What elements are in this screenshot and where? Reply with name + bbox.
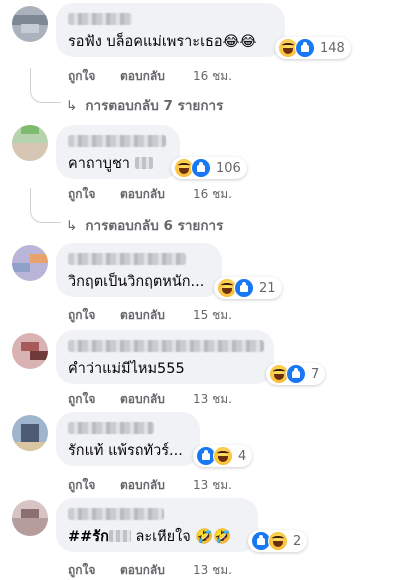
author-name-blurred[interactable]	[68, 340, 264, 352]
reaction-count: 21	[259, 280, 276, 296]
avatar[interactable]	[12, 415, 48, 451]
like-button[interactable]: ถูกใจ	[68, 561, 120, 580]
comment-text: วิกฤตเป็นวิกฤตหนัก...	[68, 274, 205, 290]
reaction-count: 106	[216, 160, 241, 176]
like-reaction-icon	[295, 38, 315, 58]
reaction-summary[interactable]: 21	[214, 277, 282, 299]
comment-text: รักแท้ แพ้รถทัวร์...	[68, 443, 183, 459]
timestamp[interactable]: 15 ชม.	[193, 306, 232, 325]
reaction-summary[interactable]: 4	[193, 445, 253, 467]
reply-arrow-icon: ↳	[66, 218, 78, 234]
like-button[interactable]: ถูกใจ	[68, 185, 120, 204]
timestamp[interactable]: 13 ชม.	[193, 390, 232, 409]
author-name-blurred[interactable]	[68, 508, 164, 520]
comment-bubble: ##รัก ละเหียใจ 🤣🤣	[56, 498, 258, 552]
timestamp[interactable]: 13 ชม.	[193, 561, 232, 580]
reply-button[interactable]: ตอบกลับ	[120, 185, 193, 204]
reply-button[interactable]: ตอบกลับ	[120, 306, 193, 325]
avatar[interactable]	[12, 245, 48, 281]
comment-actions: ถูกใจ ตอบกลับ 16 ชม.	[68, 185, 232, 204]
reaction-count: 148	[320, 40, 345, 56]
avatar[interactable]	[12, 6, 48, 42]
comment-actions: ถูกใจ ตอบกลับ 16 ชม.	[68, 67, 232, 86]
like-reaction-icon	[286, 364, 306, 384]
comment-bubble: คำว่าแม่มีไหม555	[56, 330, 274, 384]
reaction-count: 4	[238, 448, 247, 464]
thread-connector	[30, 188, 61, 223]
reply-button[interactable]: ตอบกลับ	[120, 561, 193, 580]
avatar[interactable]	[12, 333, 48, 369]
reaction-summary[interactable]: 148	[275, 37, 351, 59]
comment-text: รอฟัง บล็อคแม่เพราะเธอ😂😂	[68, 34, 257, 50]
comment-bubble: วิกฤตเป็นวิกฤตหนัก...	[56, 243, 222, 297]
reaction-count: 7	[311, 366, 320, 382]
like-button[interactable]: ถูกใจ	[68, 67, 120, 86]
author-name-blurred[interactable]	[68, 13, 132, 25]
comment-bubble: รักแท้ แพ้รถทัวร์...	[56, 412, 200, 466]
comment-actions: ถูกใจ ตอบกลับ 15 ชม.	[68, 306, 232, 325]
comment-actions: ถูกใจ ตอบกลับ 13 ชม.	[68, 390, 232, 409]
like-button[interactable]: ถูกใจ	[68, 306, 120, 325]
comment-text: คาถาบูชา	[68, 155, 168, 173]
author-name-blurred[interactable]	[68, 135, 166, 147]
avatar[interactable]	[12, 125, 48, 161]
comment-actions: ถูกใจ ตอบกลับ 13 ชม.	[68, 476, 232, 495]
thread-connector	[30, 68, 61, 103]
avatar[interactable]	[12, 500, 48, 536]
reaction-summary[interactable]: 7	[266, 363, 326, 385]
like-reaction-icon	[191, 158, 211, 178]
blurred-word	[134, 157, 153, 169]
author-name-blurred[interactable]	[68, 422, 154, 434]
reply-button[interactable]: ตอบกลับ	[120, 67, 193, 86]
replies-label: การตอบกลับ 6 รายการ	[85, 218, 224, 234]
timestamp[interactable]: 16 ชม.	[193, 185, 232, 204]
haha-reaction-icon	[213, 446, 233, 466]
author-name-blurred[interactable]	[68, 253, 186, 265]
comment-text: ##รัก ละเหียใจ 🤣🤣	[68, 529, 232, 545]
like-button[interactable]: ถูกใจ	[68, 476, 120, 495]
haha-reaction-icon	[268, 531, 288, 551]
like-reaction-icon	[234, 278, 254, 298]
reply-button[interactable]: ตอบกลับ	[120, 390, 193, 409]
reply-button[interactable]: ตอบกลับ	[120, 476, 193, 495]
comment-text: คำว่าแม่มีไหม555	[68, 361, 185, 377]
blurred-word	[108, 530, 131, 542]
timestamp[interactable]: 13 ชม.	[193, 476, 232, 495]
like-button[interactable]: ถูกใจ	[68, 390, 120, 409]
comment-bubble: คาถาบูชา	[56, 125, 180, 179]
reaction-summary[interactable]: 2	[248, 530, 308, 552]
view-replies-link[interactable]: ↳ การตอบกลับ 7 รายการ	[66, 94, 223, 116]
comment-bubble: รอฟัง บล็อคแม่เพราะเธอ😂😂	[56, 3, 285, 57]
timestamp[interactable]: 16 ชม.	[193, 67, 232, 86]
comment-actions: ถูกใจ ตอบกลับ 13 ชม.	[68, 561, 232, 580]
reaction-count: 2	[293, 533, 302, 549]
reply-arrow-icon: ↳	[66, 98, 78, 114]
view-replies-link[interactable]: ↳ การตอบกลับ 6 รายการ	[66, 214, 223, 236]
replies-label: การตอบกลับ 7 รายการ	[85, 98, 224, 114]
reaction-summary[interactable]: 106	[171, 157, 247, 179]
